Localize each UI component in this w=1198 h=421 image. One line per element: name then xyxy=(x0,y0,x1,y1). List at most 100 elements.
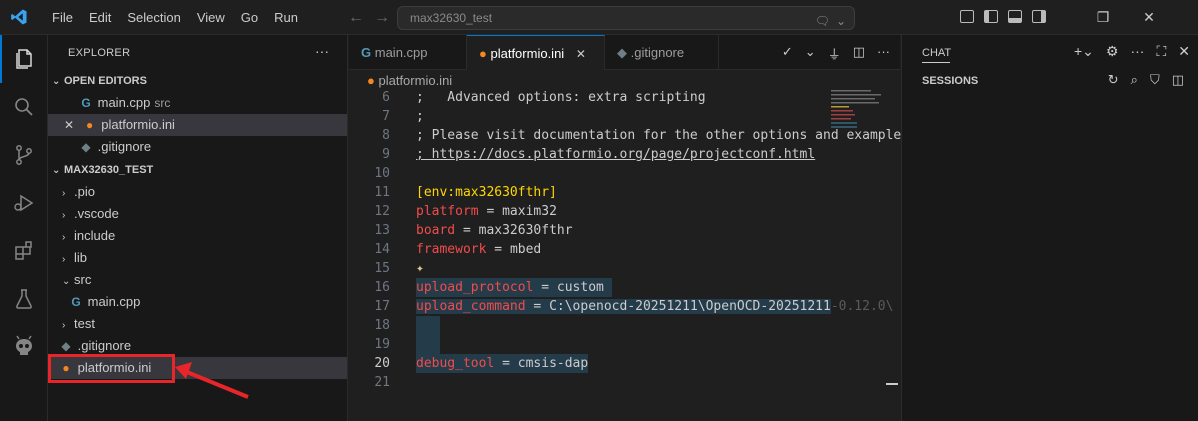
open-editors-header[interactable]: ⌄ OPEN EDITORS xyxy=(48,70,347,92)
code-line: 9; https://docs.platformio.org/page/proj… xyxy=(382,147,816,162)
command-center-search[interactable]: max32630_test 🗨 ⌄ xyxy=(397,6,855,30)
source-control-icon[interactable] xyxy=(0,131,48,179)
search-icon[interactable] xyxy=(0,83,48,131)
gear-icon[interactable]: ⚙ xyxy=(1106,43,1119,60)
new-chat-icon[interactable]: +⌄ xyxy=(1074,43,1094,60)
vscode-logo-icon[interactable] xyxy=(10,8,28,26)
chevron-down-icon[interactable]: ⌄ xyxy=(805,44,816,63)
chevron-right-icon: › xyxy=(62,188,66,199)
cpp-file-icon: G xyxy=(81,96,91,110)
close-icon[interactable]: ✕ xyxy=(576,47,586,61)
code-line: 7; xyxy=(382,109,424,124)
git-file-icon: ◆ xyxy=(81,140,91,154)
check-icon[interactable]: ✓ xyxy=(782,44,793,63)
menu-bar: File Edit Selection View Go Run xyxy=(44,0,306,35)
code-line: 18 xyxy=(349,316,900,335)
maximize-icon[interactable]: ⛶ xyxy=(1156,43,1166,60)
chevron-right-icon: › xyxy=(62,210,66,221)
more-actions-icon[interactable]: ··· xyxy=(877,44,890,63)
code-line: 6; Advanced options: extra scripting xyxy=(382,90,706,105)
menu-view[interactable]: View xyxy=(189,0,233,35)
annotation-arrow-icon xyxy=(175,362,249,399)
code-line: 8; Please visit documentation for the ot… xyxy=(382,128,910,143)
testing-flask-icon[interactable] xyxy=(0,275,48,323)
tree-item-src[interactable]: ⌄ src xyxy=(48,269,347,291)
copilot-chat-icon[interactable]: 🗨 xyxy=(815,10,830,32)
code-line: 17 upload_command = C:\openocd-20251211\O… xyxy=(374,299,894,314)
git-file-icon: ◆ xyxy=(617,45,627,60)
project-folder-header[interactable]: ⌄ MAX32630_TEST xyxy=(48,159,347,181)
code-editor[interactable]: 6; Advanced options: extra scripting 7; … xyxy=(349,88,910,392)
tab-platformio-ini[interactable]: ● platformio.ini ✕ xyxy=(467,35,605,70)
code-line: 15 ✦ xyxy=(374,259,424,278)
cpp-file-icon: G xyxy=(361,45,372,60)
search-icon[interactable]: ⌕ xyxy=(1131,72,1138,88)
close-icon[interactable]: ✕ xyxy=(60,114,78,136)
platformio-file-icon: ● xyxy=(479,46,487,61)
tree-item-test[interactable]: › test xyxy=(48,313,347,335)
editor-area: G main.cpp ● platformio.ini ✕ ◆ .gitigno… xyxy=(349,35,910,421)
back-arrow-icon[interactable]: ← xyxy=(348,9,364,27)
menu-run[interactable]: Run xyxy=(266,0,306,35)
chevron-right-icon: › xyxy=(62,232,66,243)
code-line: 10 xyxy=(374,166,390,181)
toggle-panel-icon[interactable]: ◫ xyxy=(1172,72,1184,88)
open-editor-platformio-ini[interactable]: ✕ ● platformio.ini xyxy=(48,114,347,136)
customize-layout-icon[interactable] xyxy=(960,10,974,23)
extensions-icon[interactable] xyxy=(0,227,48,275)
platformio-file-icon: ● xyxy=(367,73,375,88)
toggle-secondary-sidebar-icon[interactable] xyxy=(1032,10,1046,23)
tree-item-main-cpp[interactable]: G main.cpp xyxy=(48,291,347,313)
menu-selection[interactable]: Selection xyxy=(119,0,188,35)
more-actions-icon[interactable]: ··· xyxy=(315,43,329,59)
chevron-down-icon: ⌄ xyxy=(62,276,71,287)
menu-edit[interactable]: Edit xyxy=(81,0,119,35)
code-line: 14 framework = mbed xyxy=(374,242,542,257)
close-icon[interactable]: ✕ xyxy=(1178,43,1190,60)
code-line: 20 debug_tool = cmsis-dap xyxy=(374,354,589,373)
tree-item-lib[interactable]: › lib xyxy=(48,247,347,269)
plug-icon[interactable]: ⏚ xyxy=(828,44,841,63)
code-line: 21 xyxy=(374,375,390,390)
platformio-file-icon: ● xyxy=(86,118,94,132)
menu-go[interactable]: Go xyxy=(233,0,266,35)
activity-bar xyxy=(0,35,48,421)
refresh-icon[interactable]: ↻ xyxy=(1108,72,1119,88)
explorer-icon[interactable] xyxy=(0,35,48,83)
filter-icon[interactable]: ⛉ xyxy=(1150,72,1160,88)
chevron-down-icon: ⌄ xyxy=(52,76,61,87)
toggle-panel-icon[interactable] xyxy=(1008,10,1022,23)
split-editor-icon[interactable]: ◫ xyxy=(853,44,865,63)
tab-gitignore[interactable]: ◆ .gitignore xyxy=(605,35,719,70)
minimap[interactable] xyxy=(831,90,891,130)
tree-item-pio[interactable]: › .pio xyxy=(48,181,347,203)
close-window-icon[interactable]: ✕ xyxy=(1126,9,1172,26)
more-actions-icon[interactable]: ··· xyxy=(1130,43,1144,60)
run-debug-icon[interactable] xyxy=(0,179,48,227)
tree-item-vscode[interactable]: › .vscode xyxy=(48,203,347,225)
tree-item-include[interactable]: › include xyxy=(48,225,347,247)
chat-panel: CHAT +⌄ ⚙ ··· ⛶ ✕ SESSIONS ↻ ⌕ ⛉ ◫ xyxy=(901,35,1198,421)
explorer-title: EXPLORER xyxy=(68,47,131,59)
toggle-primary-sidebar-icon[interactable] xyxy=(984,10,998,23)
scrollbar-marker[interactable] xyxy=(886,383,898,385)
title-bar: File Edit Selection View Go Run ← → max3… xyxy=(0,0,1198,35)
chevron-down-icon[interactable]: ⌄ xyxy=(836,10,846,32)
forward-arrow-icon[interactable]: → xyxy=(374,9,390,27)
tab-main-cpp[interactable]: G main.cpp xyxy=(349,35,467,70)
search-text: max32630_test xyxy=(410,11,493,25)
open-editor-main-cpp[interactable]: G main.cpp src xyxy=(48,92,347,114)
sparkle-icon[interactable]: ✦ xyxy=(416,259,424,278)
chevron-right-icon: › xyxy=(62,254,66,265)
open-editor-gitignore[interactable]: ◆ .gitignore xyxy=(48,136,347,158)
code-line: 12 platform = maxim32 xyxy=(374,204,557,219)
menu-file[interactable]: File xyxy=(44,0,81,35)
code-line: 13 board = max32630fthr xyxy=(374,223,573,238)
code-line: 11 [env:max32630fthr] xyxy=(374,185,557,200)
restore-window-icon[interactable]: ❐ xyxy=(1080,9,1126,26)
breadcrumb[interactable]: ● platformio.ini xyxy=(367,73,452,88)
platformio-alien-icon[interactable] xyxy=(0,323,48,371)
chat-tab[interactable]: CHAT xyxy=(922,47,951,59)
cpp-file-icon: G xyxy=(71,295,81,309)
chevron-down-icon: ⌄ xyxy=(52,165,61,176)
